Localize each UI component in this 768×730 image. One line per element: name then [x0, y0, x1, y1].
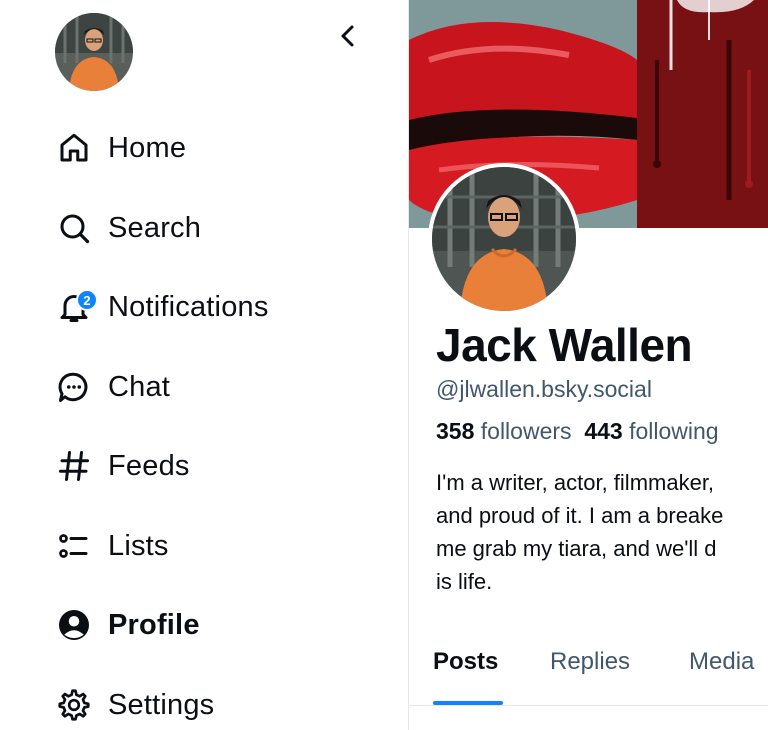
left-sidebar: Home Search 2 Notifications Chat Feeds L…: [0, 0, 408, 730]
bio-line: is life.: [436, 569, 493, 594]
bell-icon: 2: [54, 287, 98, 327]
sidebar-item-search[interactable]: Search: [54, 204, 201, 252]
followers-link[interactable]: 358 followers: [436, 418, 572, 444]
list-icon: [54, 526, 94, 566]
chat-icon: [54, 367, 94, 407]
sidebar-item-settings[interactable]: Settings: [54, 681, 214, 729]
gear-icon: [54, 685, 94, 725]
hash-icon: [54, 446, 94, 486]
following-label: following: [629, 418, 719, 444]
tab-posts[interactable]: Posts: [433, 648, 498, 676]
user-avatar[interactable]: [55, 13, 133, 91]
sidebar-item-feeds[interactable]: Feeds: [54, 442, 190, 490]
sidebar-item-home[interactable]: Home: [54, 124, 186, 172]
profile-column: Jack Wallen @jlwallen.bsky.social 358 fo…: [409, 0, 768, 730]
notification-badge: 2: [76, 289, 98, 311]
sidebar-item-label: Profile: [108, 608, 200, 641]
bio-line: I'm a writer, actor, filmmaker,: [436, 470, 715, 495]
profile-bio: I'm a writer, actor, filmmaker, and prou…: [436, 466, 768, 598]
sidebar-item-label: Lists: [108, 529, 169, 562]
sidebar-item-profile[interactable]: Profile: [54, 601, 200, 649]
home-icon: [54, 128, 94, 168]
followers-count: 358: [436, 418, 475, 444]
chevron-left-icon: [341, 25, 354, 47]
tabs-divider: [409, 705, 768, 706]
profile-handle: @jlwallen.bsky.social: [436, 376, 652, 402]
profile-tabs: Posts Replies Media: [409, 640, 768, 708]
tab-media[interactable]: Media: [689, 648, 754, 676]
user-circle-icon: [54, 605, 94, 645]
sidebar-item-label: Home: [108, 131, 187, 164]
sidebar-item-lists[interactable]: Lists: [54, 522, 169, 570]
tab-replies[interactable]: Replies: [550, 648, 630, 676]
following-count: 443: [584, 418, 623, 444]
following-link[interactable]: 443 following: [584, 418, 718, 444]
profile-stats: 358 followers 443 following: [436, 418, 719, 445]
sidebar-item-notifications[interactable]: 2 Notifications: [54, 283, 269, 331]
followers-label: followers: [480, 418, 572, 444]
sidebar-item-label: Search: [108, 211, 202, 244]
collapse-sidebar-button[interactable]: [330, 18, 366, 54]
sidebar-item-label: Settings: [108, 688, 215, 721]
profile-display-name: Jack Wallen: [436, 319, 693, 371]
bio-line: me grab my tiara, and we'll d: [436, 536, 717, 561]
profile-avatar[interactable]: [428, 163, 580, 315]
bio-line: and proud of it. I am a breake: [436, 503, 724, 528]
sidebar-item-label: Chat: [108, 370, 171, 403]
sidebar-item-label: Feeds: [108, 449, 190, 482]
sidebar-item-label: Notifications: [108, 290, 269, 323]
sidebar-item-chat[interactable]: Chat: [54, 363, 170, 411]
search-icon: [54, 208, 94, 248]
